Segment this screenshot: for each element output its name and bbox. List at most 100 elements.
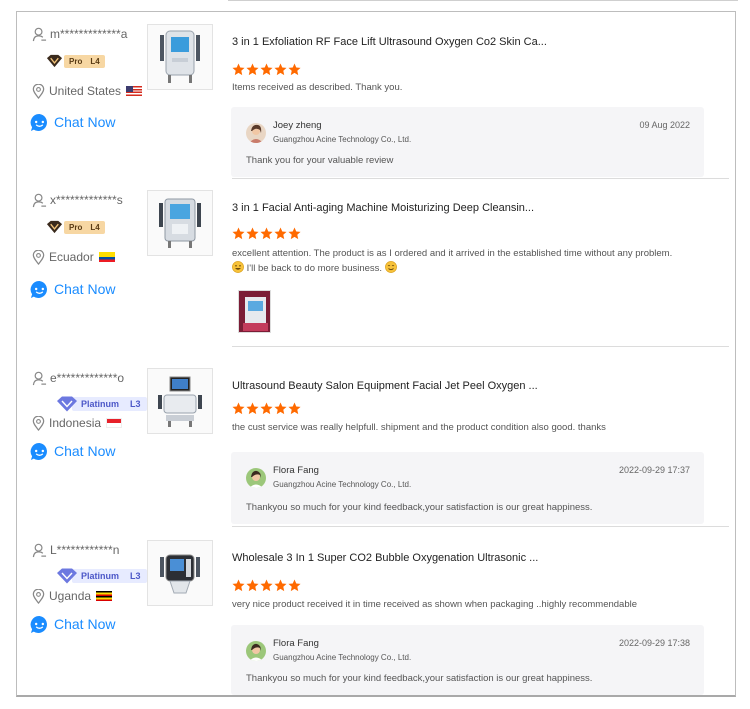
chat-bubble-icon xyxy=(30,442,47,460)
chat-bubble-icon xyxy=(30,280,47,298)
review-photo[interactable] xyxy=(238,290,271,333)
reply-author: Flora Fang xyxy=(273,638,319,649)
star-icon xyxy=(274,227,287,240)
star-icon xyxy=(274,579,287,592)
star-icon xyxy=(246,402,259,415)
badge-tag: Platinum L3 xyxy=(72,569,147,583)
star-icon xyxy=(260,227,273,240)
uganda-flag xyxy=(96,591,113,601)
reply-text: Thankyou so much for your kind feedback,… xyxy=(246,502,593,513)
buyer-name: e*************o xyxy=(32,368,124,388)
star-icon xyxy=(246,63,259,76)
product-image xyxy=(160,554,200,594)
reviews-panel: m*************a Pro L4 United States Chat… xyxy=(16,11,736,697)
chat-now-button[interactable]: Chat Now xyxy=(30,278,115,300)
top-divider xyxy=(228,0,738,1)
chat-now-button[interactable]: Chat Now xyxy=(30,440,115,462)
chat-now-button[interactable]: Chat Now xyxy=(30,613,115,635)
star-rating xyxy=(232,402,302,416)
star-icon xyxy=(246,579,259,592)
seller-reply: Flora Fang Guangzhou Acine Technology Co… xyxy=(231,452,704,524)
star-icon xyxy=(232,579,245,592)
location-pin-icon xyxy=(32,415,45,431)
star-icon xyxy=(288,579,301,592)
badge-tag: Pro L4 xyxy=(64,220,105,234)
reply-company: Guangzhou Acine Technology Co., Ltd. xyxy=(273,135,412,144)
chat-bubble-icon xyxy=(30,113,47,131)
star-icon xyxy=(288,227,301,240)
product-image xyxy=(159,198,201,248)
reply-text: Thankyou so much for your kind feedback,… xyxy=(246,673,593,684)
star-rating xyxy=(232,227,302,241)
smiling-emoji-icon xyxy=(384,261,397,273)
avatar xyxy=(246,123,266,143)
pro-level-badge: Pro L4 xyxy=(46,53,105,69)
chat-now-button[interactable]: Chat Now xyxy=(30,111,115,133)
star-rating xyxy=(232,63,302,77)
platinum-level-badge: Platinum L3 xyxy=(56,567,147,585)
review-divider xyxy=(232,178,729,179)
review-photo-image xyxy=(239,291,270,332)
user-icon xyxy=(32,371,47,385)
product-title[interactable]: Wholesale 3 In 1 Super CO2 Bubble Oxygen… xyxy=(232,552,538,564)
reply-text: Thank you for your valuable review xyxy=(246,155,394,166)
user-icon xyxy=(32,27,47,41)
us-flag xyxy=(126,86,143,96)
product-thumbnail[interactable] xyxy=(147,190,213,256)
buyer-location: United States xyxy=(32,81,143,101)
star-icon xyxy=(274,402,287,415)
location-pin-icon xyxy=(32,588,45,604)
badge-tag: Pro L4 xyxy=(64,54,105,68)
ecuador-flag xyxy=(98,252,115,262)
star-icon xyxy=(260,579,273,592)
reply-company: Guangzhou Acine Technology Co., Ltd. xyxy=(273,480,412,489)
review-text: the cust service was really helpfull. sh… xyxy=(232,422,606,433)
star-rating xyxy=(232,579,302,593)
buyer-name: m*************a xyxy=(32,24,127,44)
user-icon xyxy=(32,543,47,557)
product-title[interactable]: 3 in 1 Facial Anti-aging Machine Moistur… xyxy=(232,202,534,214)
user-icon xyxy=(32,193,47,207)
badge-tag: Platinum L3 xyxy=(72,397,147,411)
buyer-location: Uganda xyxy=(32,586,113,606)
buyer-name: L************n xyxy=(32,540,119,560)
seller-reply: Flora Fang Guangzhou Acine Technology Co… xyxy=(231,625,704,695)
star-icon xyxy=(274,63,287,76)
reply-date: 09 Aug 2022 xyxy=(639,120,690,130)
star-icon xyxy=(246,227,259,240)
buyer-name: x*************s xyxy=(32,190,123,210)
product-thumbnail[interactable] xyxy=(147,24,213,90)
star-icon xyxy=(232,227,245,240)
avatar xyxy=(246,468,266,488)
product-title[interactable]: 3 in 1 Exfoliation RF Face Lift Ultrasou… xyxy=(232,36,547,48)
buyer-location: Indonesia xyxy=(32,413,123,433)
product-thumbnail[interactable] xyxy=(147,540,213,606)
star-icon xyxy=(260,63,273,76)
product-image xyxy=(158,376,202,427)
chat-bubble-icon xyxy=(30,615,47,633)
review-text: excellent attention. The product is as I… xyxy=(232,248,673,274)
star-icon xyxy=(232,63,245,76)
reply-company: Guangzhou Acine Technology Co., Ltd. xyxy=(273,653,412,662)
diamond-icon xyxy=(57,396,77,412)
avatar xyxy=(246,641,266,661)
star-icon xyxy=(260,402,273,415)
indonesia-flag xyxy=(106,418,123,428)
diamond-icon xyxy=(46,54,63,68)
product-image xyxy=(160,30,200,83)
review-divider xyxy=(232,526,729,527)
reply-date: 2022-09-29 17:37 xyxy=(618,465,690,475)
reply-date: 2022-09-29 17:38 xyxy=(618,638,690,648)
product-title[interactable]: Ultrasound Beauty Salon Equipment Facial… xyxy=(232,380,538,392)
diamond-icon xyxy=(57,568,77,584)
reply-author: Flora Fang xyxy=(273,465,319,476)
star-icon xyxy=(232,402,245,415)
star-icon xyxy=(288,402,301,415)
product-thumbnail[interactable] xyxy=(147,368,213,434)
platinum-level-badge: Platinum L3 xyxy=(56,395,147,413)
grinning-emoji-icon xyxy=(232,261,244,273)
review-text: very nice product received it in time re… xyxy=(232,599,638,610)
review-divider xyxy=(232,346,729,347)
buyer-location: Ecuador xyxy=(32,247,115,267)
pro-level-badge: Pro L4 xyxy=(46,219,105,235)
